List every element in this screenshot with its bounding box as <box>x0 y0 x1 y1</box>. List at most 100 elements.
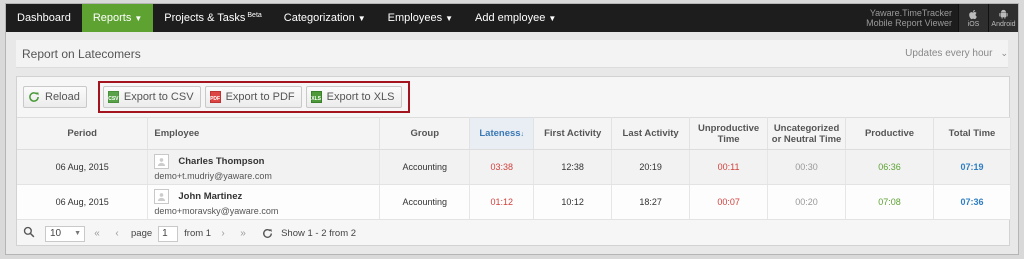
top-nav: Dashboard Reports ▼ Projects & Tasks Beta … <box>6 4 1018 32</box>
brand-line-2: Mobile Report Viewer <box>866 18 952 28</box>
nav-employees[interactable]: Employees ▼ <box>377 4 464 32</box>
refresh-icon[interactable] <box>259 226 275 242</box>
col-group[interactable]: Group <box>379 117 471 150</box>
nav-reports[interactable]: Reports ▼ <box>81 4 154 32</box>
chevron-down-icon: ▼ <box>357 13 366 23</box>
page-title: Report on Latecomers <box>22 46 141 61</box>
search-icon[interactable] <box>23 226 35 241</box>
cell-first-activity: 12:38 <box>533 149 613 185</box>
cell-employee: Charles Thompson demo+t.mudriy@yaware.co… <box>147 149 381 185</box>
chevron-down-icon: ▼ <box>548 13 557 23</box>
export-pdf-button[interactable]: PDF Export to PDF <box>204 86 302 108</box>
prev-page-button[interactable]: ‹ <box>109 226 125 242</box>
nav-projects-label: Projects & Tasks <box>164 12 246 24</box>
csv-file-icon: CSV <box>107 91 119 103</box>
cell-last-activity: 18:27 <box>611 184 691 220</box>
col-productive[interactable]: Productive <box>845 117 934 150</box>
col-neutral[interactable]: Uncategorized or Neutral Time <box>767 117 847 150</box>
chevron-down-icon: ▼ <box>445 13 453 23</box>
col-lateness-label: Lateness <box>479 127 521 139</box>
cell-neutral: 00:20 <box>767 184 847 220</box>
cell-last-activity: 20:19 <box>611 149 691 185</box>
table-row: 06 Aug, 2015 Charles Thompson demo+t.mud… <box>17 149 1011 185</box>
nav-add-employee-label: Add employee <box>475 12 546 24</box>
pdf-file-icon: PDF <box>209 91 221 103</box>
xls-file-icon: XLS <box>310 91 322 103</box>
page-label: page <box>131 228 153 239</box>
reload-label: Reload <box>45 91 80 103</box>
nav-dashboard[interactable]: Dashboard <box>6 4 82 32</box>
first-page-button[interactable]: « <box>89 226 105 242</box>
report-header: Report on Latecomers Updates every hour ⌄ <box>16 40 1008 68</box>
avatar <box>154 188 170 204</box>
export-csv-button[interactable]: CSV Export to CSV <box>102 86 201 108</box>
chevron-down-icon: ▼ <box>134 13 143 23</box>
cell-productive: 07:08 <box>845 184 934 220</box>
cell-first-activity: 10:12 <box>533 184 613 220</box>
beta-badge: Beta <box>247 11 262 19</box>
android-label: Android <box>991 20 1016 28</box>
avatar <box>154 153 170 169</box>
reload-icon <box>28 91 40 103</box>
page-size-value: 10 <box>50 228 62 239</box>
cell-total[interactable]: 07:36 <box>933 184 1011 220</box>
cell-productive: 06:36 <box>845 149 934 185</box>
table-row: 06 Aug, 2015 John Martinez demo+moravsky… <box>17 184 1011 220</box>
cell-period: 06 Aug, 2015 <box>17 149 149 185</box>
cell-lateness: 01:12 <box>469 184 535 220</box>
android-icon <box>999 9 1008 19</box>
page-total-label: from 1 <box>184 228 212 239</box>
app-frame: Dashboard Reports ▼ Projects & Tasks Beta … <box>5 3 1019 255</box>
employee-email: demo+t.mudriy@yaware.com <box>154 170 272 181</box>
cell-neutral: 00:30 <box>767 149 847 185</box>
cell-group: Accounting <box>379 184 471 220</box>
export-group-highlight: CSV Export to CSV PDF Export to PDF XLS … <box>97 81 410 113</box>
col-first-activity[interactable]: First Activity <box>533 117 613 150</box>
cell-period: 06 Aug, 2015 <box>17 184 149 220</box>
col-last-activity[interactable]: Last Activity <box>611 117 691 150</box>
brand-line-1: Yaware.TimeTracker <box>869 8 952 18</box>
employee-name[interactable]: John Martinez <box>178 191 242 202</box>
cell-total[interactable]: 07:19 <box>933 149 1011 185</box>
page-size-select[interactable]: 10 ▼ <box>45 225 85 242</box>
nav-projects-tasks[interactable]: Projects & Tasks Beta <box>153 4 273 32</box>
mobile-viewer-brand: Yaware.TimeTracker Mobile Report Viewer <box>866 4 958 32</box>
latecomers-table: Period Employee Group Lateness↓ First Ac… <box>17 117 1011 220</box>
nav-add-employee[interactable]: Add employee ▼ <box>464 4 567 32</box>
report-panel: Reload CSV Export to CSV PDF Export to P… <box>16 76 1011 247</box>
update-frequency-dropdown[interactable]: Updates every hour ⌄ <box>905 48 1008 59</box>
nav-employees-label: Employees <box>387 12 443 24</box>
cell-group: Accounting <box>379 149 471 185</box>
nav-reports-label: Reports <box>92 12 132 24</box>
nav-categorization[interactable]: Categorization ▼ <box>273 4 377 32</box>
nav-dashboard-label: Dashboard <box>17 12 71 24</box>
apple-icon <box>969 9 977 19</box>
col-employee[interactable]: Employee <box>147 117 381 150</box>
page-number-input[interactable]: 1 <box>158 225 179 242</box>
reload-button[interactable]: Reload <box>23 86 87 108</box>
ios-label: iOS <box>967 20 980 28</box>
export-xls-label: Export to XLS <box>326 91 395 103</box>
last-page-button[interactable]: » <box>235 226 251 242</box>
col-period[interactable]: Period <box>17 117 149 150</box>
sort-desc-icon: ↓ <box>520 130 525 138</box>
export-pdf-label: Export to PDF <box>225 91 295 103</box>
employee-name[interactable]: Charles Thompson <box>178 156 264 167</box>
cell-unproductive: 00:11 <box>689 149 769 185</box>
col-unproductive[interactable]: Unproductive Time <box>689 117 769 150</box>
export-xls-button[interactable]: XLS Export to XLS <box>305 86 402 108</box>
chevron-down-icon: ⌄ <box>1000 48 1008 58</box>
cell-unproductive: 00:07 <box>689 184 769 220</box>
cell-employee: John Martinez demo+moravsky@yaware.com <box>147 184 381 220</box>
table-header-row: Period Employee Group Lateness↓ First Ac… <box>17 117 1011 150</box>
pagination-bar: 10 ▼ « ‹ page 1 from 1 › » Show 1 - 2 fro… <box>17 220 1009 247</box>
col-lateness[interactable]: Lateness↓ <box>469 117 535 150</box>
col-total[interactable]: Total Time <box>933 117 1011 150</box>
update-frequency-label: Updates every hour <box>905 48 993 59</box>
cell-lateness: 03:38 <box>469 149 535 185</box>
android-app-link[interactable]: Android <box>988 4 1018 32</box>
export-csv-label: Export to CSV <box>123 91 194 103</box>
next-page-button[interactable]: › <box>215 226 231 242</box>
ios-app-link[interactable]: iOS <box>958 4 988 32</box>
pagination-status: Show 1 - 2 from 2 <box>281 228 357 239</box>
